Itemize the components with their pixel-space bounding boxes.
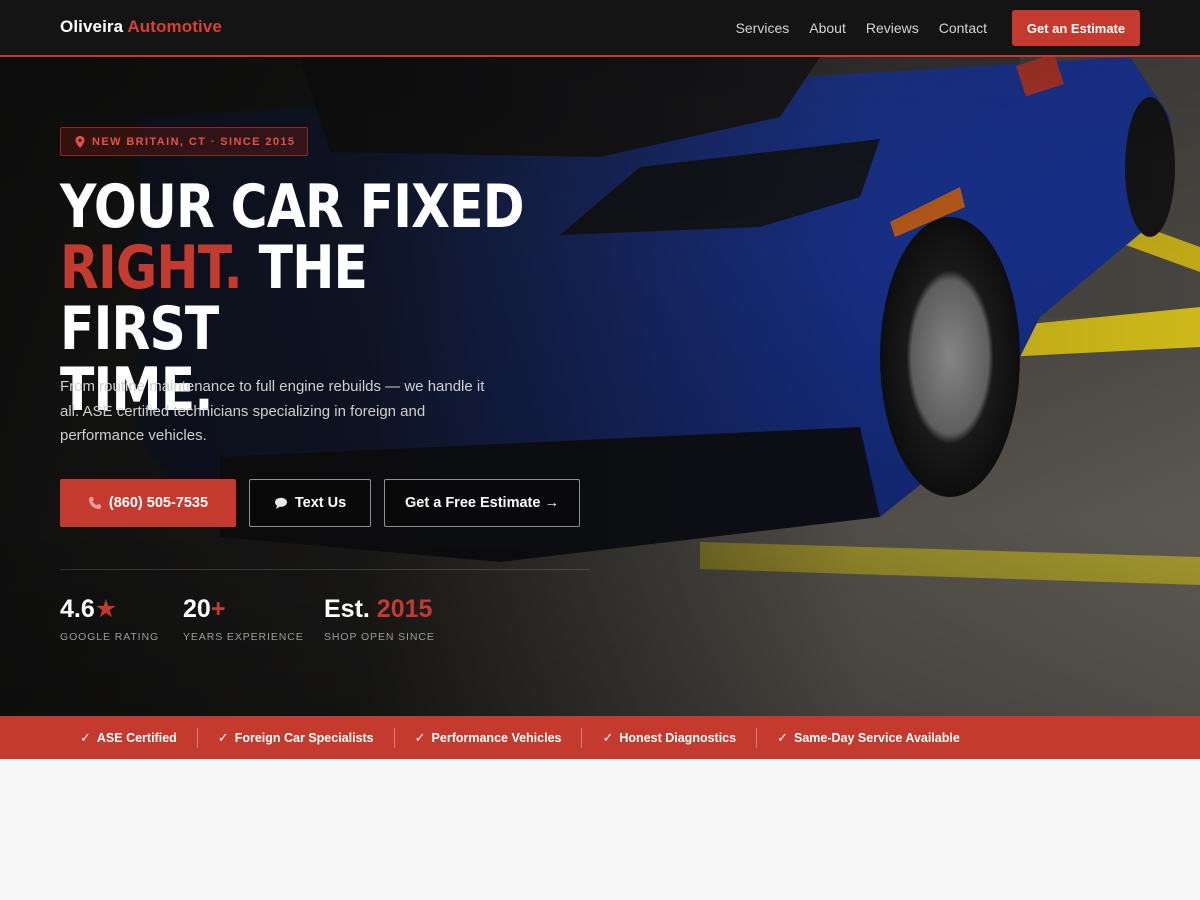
location-badge-text: NEW BRITAIN, CT · SINCE 2015	[92, 135, 296, 148]
trust-item-foreign: ✓ Foreign Car Specialists	[218, 730, 374, 746]
stat-label: GOOGLE RATING	[60, 631, 160, 643]
headline-line-1: YOUR CAR FIXED	[60, 172, 525, 242]
nav-link-about[interactable]: About	[809, 20, 846, 36]
text-us-label: Text Us	[294, 495, 347, 511]
headline-accent-word: RIGHT.	[60, 233, 243, 303]
brand-name: Oliveira	[60, 17, 124, 36]
stats-divider	[60, 569, 590, 570]
trust-divider	[756, 727, 758, 748]
trust-item-label: Performance Vehicles	[431, 730, 562, 745]
check-icon: ✓	[602, 729, 614, 745]
phone-icon	[88, 497, 101, 509]
trust-divider	[393, 727, 395, 748]
nav-link-reviews[interactable]: Reviews	[866, 20, 919, 36]
trust-divider	[581, 727, 583, 748]
stat-label: YEARS EXPERIENCE	[183, 631, 304, 643]
stat-number: 4.6	[60, 595, 95, 623]
stat-value: 4.6★	[60, 594, 159, 624]
nav-link-contact[interactable]: Contact	[939, 20, 987, 36]
stat-value: Est. 2015	[324, 594, 435, 624]
stat-prefix: Est.	[324, 595, 377, 623]
star-icon: ★	[94, 595, 118, 623]
map-pin-icon	[75, 135, 85, 148]
nav-links: Services About Reviews Contact	[716, 20, 987, 36]
trust-item-label: Honest Diagnostics	[619, 730, 737, 745]
stat-plus: +	[210, 595, 226, 623]
trust-item-diagnostics: ✓ Honest Diagnostics	[602, 730, 736, 746]
stat-year: 2015	[376, 595, 433, 623]
stat-years-experience: 20+ YEARS EXPERIENCE	[183, 594, 304, 643]
hero-description: From routine maintenance to full engine …	[60, 378, 485, 444]
trust-item-label: Same-Day Service Available	[793, 730, 960, 745]
trust-divider	[196, 727, 198, 748]
nav-link-services[interactable]: Services	[736, 20, 790, 36]
text-us-button[interactable]: Text Us	[249, 479, 371, 527]
trust-item-same-day: ✓ Same-Day Service Available	[777, 730, 960, 746]
stat-google-rating: 4.6★ GOOGLE RATING	[60, 594, 159, 643]
top-navbar: Oliveira Automotive Services About Revie…	[0, 0, 1200, 57]
stat-established: Est. 2015 SHOP OPEN SINCE	[324, 594, 435, 643]
trust-item-label: ASE Certified	[96, 730, 177, 745]
trust-item-label: Foreign Car Specialists	[234, 730, 374, 745]
check-icon: ✓	[217, 729, 229, 745]
stat-value: 20+	[183, 594, 304, 624]
trust-bar: ✓ ASE Certified ✓ Foreign Car Specialists …	[0, 716, 1200, 759]
chat-bubble-icon	[274, 497, 287, 509]
stat-number: 20	[183, 595, 211, 623]
call-phone-button[interactable]: (860) 505-7535	[60, 479, 236, 527]
next-section	[0, 759, 1200, 900]
check-icon: ✓	[777, 729, 788, 745]
free-estimate-button[interactable]: Get a Free Estimate →	[384, 479, 580, 527]
brand-logo[interactable]: Oliveira Automotive	[60, 17, 222, 37]
trust-item-performance: ✓ Performance Vehicles	[415, 730, 562, 746]
free-estimate-label: Get a Free Estimate →	[405, 495, 559, 511]
stat-label: SHOP OPEN SINCE	[324, 631, 435, 643]
check-icon: ✓	[80, 729, 91, 745]
get-estimate-button[interactable]: Get an Estimate	[1012, 10, 1140, 46]
brand-name-accent: Automotive	[127, 17, 222, 36]
trust-item-ase: ✓ ASE Certified	[80, 730, 177, 746]
check-icon: ✓	[414, 729, 426, 745]
location-badge: NEW BRITAIN, CT · SINCE 2015	[60, 127, 309, 156]
hero-section: NEW BRITAIN, CT · SINCE 2015 YOUR CAR FI…	[0, 57, 1200, 716]
call-phone-label: (860) 505-7535	[108, 495, 209, 511]
